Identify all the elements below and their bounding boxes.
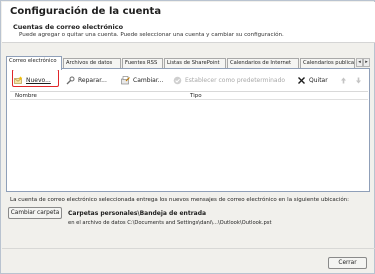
new-account-button[interactable]: Nuevo...	[14, 74, 51, 86]
set-default-button[interactable]: Establecer como predeterminado	[173, 74, 285, 86]
tab-email[interactable]: Correo electrónico	[6, 56, 62, 70]
change-button[interactable]: Cambiar...	[121, 74, 164, 86]
footer-divider	[2, 248, 375, 249]
remove-x-icon	[297, 76, 306, 85]
column-header-type[interactable]: Tipo	[190, 93, 202, 99]
account-toolbar: Nuevo... Reparar... Cambiar... Establece…	[10, 69, 366, 87]
account-settings-dialog: Configuración de la cuenta Cuentas de co…	[0, 0, 375, 274]
new-account-label: Nuevo...	[26, 76, 51, 84]
dialog-title: Configuración de la cuenta	[10, 6, 162, 17]
check-circle-icon	[173, 76, 182, 85]
remove-button[interactable]: Quitar	[297, 74, 328, 86]
section-description: Puede agregar o quitar una cuenta. Puede…	[19, 32, 284, 38]
change-label: Cambiar...	[133, 76, 164, 84]
move-up-button[interactable]	[339, 74, 348, 86]
change-icon	[121, 75, 130, 85]
email-tab-panel: Nuevo... Reparar... Cambiar... Establece…	[6, 68, 370, 192]
accounts-list[interactable]: Nombre Tipo	[10, 91, 368, 189]
remove-label: Quitar	[309, 76, 328, 84]
move-down-button[interactable]	[354, 74, 363, 86]
delivery-folder-name: Carpetas personales\Bandeja de entrada	[68, 210, 207, 217]
delivery-description: La cuenta de correo electrónico seleccio…	[10, 197, 350, 203]
repair-icon	[66, 76, 75, 85]
down-arrow-icon	[354, 76, 363, 85]
change-folder-button[interactable]: Cambiar carpeta	[8, 207, 62, 219]
repair-label: Reparar...	[78, 76, 107, 84]
tab-scroll-left-icon[interactable]: ◂	[356, 58, 363, 67]
dialog-header: Configuración de la cuenta Cuentas de co…	[2, 2, 375, 43]
new-email-icon	[14, 75, 23, 85]
list-header	[10, 92, 368, 100]
column-header-name[interactable]: Nombre	[15, 93, 37, 99]
delivery-folder-path: en el archivo de datos C:\Documents and …	[68, 220, 272, 226]
tab-scroll-right-icon[interactable]: ▸	[363, 58, 370, 67]
repair-button[interactable]: Reparar...	[66, 74, 107, 86]
section-title: Cuentas de correo electrónico	[13, 23, 124, 31]
set-default-label: Establecer como predeterminado	[185, 76, 286, 84]
close-button[interactable]: Cerrar	[328, 257, 367, 269]
up-arrow-icon	[339, 76, 348, 85]
